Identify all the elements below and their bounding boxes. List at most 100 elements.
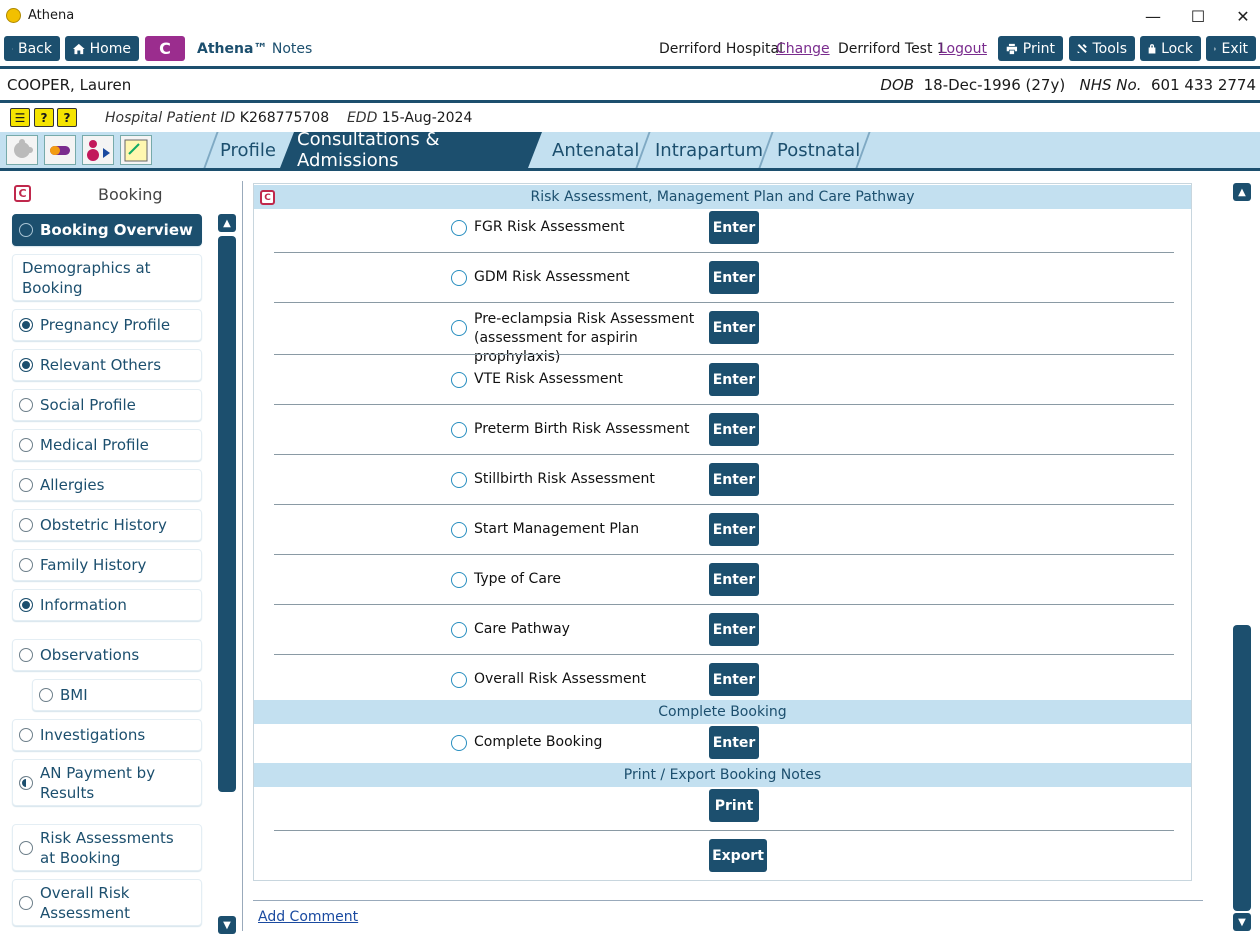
sidebar-scroll-thumb[interactable] [218,236,236,792]
sidebar-item-obstetric-history[interactable]: Obstetric History [12,509,202,541]
logout-link[interactable]: Logout [939,41,987,57]
patient-bar: COOPER, Lauren DOB 18-Dec-1996 (27y) NHS… [0,69,1260,100]
scroll-up-icon[interactable]: ▲ [1233,183,1251,201]
status-empty-icon [19,438,33,452]
scroll-up-icon[interactable]: ▲ [218,214,236,232]
sidebar-item-pregnancy-profile[interactable]: Pregnancy Profile [12,309,202,341]
tools-button[interactable]: Tools [1069,36,1135,61]
section-header-complete-booking: Complete Booking [254,700,1191,724]
main-scroll-thumb[interactable] [1233,625,1251,911]
status-empty-icon [19,648,33,662]
sidebar-item-information[interactable]: Information [12,589,202,621]
fgr-enter-button[interactable]: Enter [709,211,759,244]
c-logo-button[interactable]: C [145,36,185,61]
row-separator [274,604,1174,605]
tab-consultations-admissions[interactable]: Consultations & Admissions [280,132,542,168]
medication-icon[interactable] [44,135,76,165]
section-header-risk: Risk Assessment, Management Plan and Car… [254,185,1191,209]
puzzle-icon[interactable] [6,135,38,165]
patient-name: COOPER, Lauren [7,76,132,94]
baby-arrow-icon[interactable] [82,135,114,165]
sidebar-item-demographics[interactable]: Demographics at Booking [12,254,202,301]
gdm-status-radio [451,270,467,286]
tools-label: Tools [1092,40,1128,57]
hospital-id-block: Hospital Patient ID K268775708 EDD 15-Au… [105,110,472,126]
sidebar-item-family-history[interactable]: Family History [12,549,202,581]
vte-enter-button[interactable]: Enter [709,363,759,396]
status-complete-icon [19,598,33,612]
tab-row: Profile Consultations & Admissions Anten… [0,132,1260,168]
pre-eclampsia-enter-button[interactable]: Enter [709,311,759,344]
exit-button[interactable]: Exit [1206,36,1256,61]
stillbirth-status-radio [451,472,467,488]
vte-label: VTE Risk Assessment [474,371,623,387]
scroll-down-icon[interactable]: ▼ [218,916,236,934]
sidebar-item-booking-overview[interactable]: Booking Overview [12,214,202,246]
athena-app-icon [6,8,21,23]
sidebar-item-medical-profile[interactable]: Medical Profile [12,429,202,461]
status-empty-icon [19,895,33,910]
section-header-print-export: Print / Export Booking Notes [254,763,1191,787]
sidebar-item-an-payment[interactable]: AN Payment by Results [12,759,202,806]
printer-icon [1006,43,1018,54]
home-button[interactable]: Home [65,36,139,61]
preterm-enter-button[interactable]: Enter [709,413,759,446]
sidebar-item-risk-assessments[interactable]: Risk Assessments at Booking [12,824,202,871]
alert-question-icon[interactable]: ? [34,108,54,127]
status-partial-icon [19,775,33,790]
home-label: Home [89,40,131,57]
title-bar: Athena — ☐ ✕ [0,0,1260,32]
tab-profile[interactable]: Profile [220,132,280,168]
window-title: Athena [28,8,75,23]
sidebar-item-social-profile[interactable]: Social Profile [12,389,202,421]
back-button[interactable]: Back [4,36,60,61]
lock-label: Lock [1161,40,1193,57]
print-booking-notes-button[interactable]: Print [709,789,759,822]
maximize-button[interactable]: ☐ [1175,0,1221,32]
sidebar-item-investigations[interactable]: Investigations [12,719,202,751]
sidebar-item-relevant-others[interactable]: Relevant Others [12,349,202,381]
row-separator [274,252,1174,253]
gdm-enter-button[interactable]: Enter [709,261,759,294]
sidebar-item-observations[interactable]: Observations [12,639,202,671]
tab-antenatal[interactable]: Antenatal [552,132,642,168]
sidebar-item-bmi[interactable]: BMI [32,679,202,711]
type-of-care-enter-button[interactable]: Enter [709,563,759,596]
overall-risk-enter-button[interactable]: Enter [709,663,759,696]
tools-icon [1077,43,1087,54]
change-hospital-link[interactable]: Change [776,41,830,57]
sidebar-item-overall-risk[interactable]: Overall Risk Assessment [12,879,202,926]
print-toolbar-button[interactable]: Print [998,36,1063,61]
scroll-down-icon[interactable]: ▼ [1233,913,1251,931]
sidebar-scrollbar[interactable]: ▲ ▼ [218,214,236,934]
sidebar-item-allergies[interactable]: Allergies [12,469,202,501]
care-pathway-enter-button[interactable]: Enter [709,613,759,646]
tab-intrapartum[interactable]: Intrapartum [655,132,763,168]
row-separator [274,504,1174,505]
minimize-button[interactable]: — [1130,0,1176,32]
main-scrollbar[interactable]: ▲ ▼ [1233,183,1251,931]
complete-booking-enter-button[interactable]: Enter [709,726,759,759]
stillbirth-enter-button[interactable]: Enter [709,463,759,496]
alert-list-icon[interactable]: ☰ [10,108,30,127]
add-comment-link[interactable]: Add Comment [258,909,358,925]
sidebar-title: Booking [98,185,163,204]
sidebar-item-label: Relevant Others [40,356,162,374]
notes-icon[interactable] [120,135,152,165]
tab-postnatal[interactable]: Postnatal [777,132,860,168]
status-empty-icon [19,518,33,532]
sidebar-item-label: Information [40,596,127,614]
export-booking-notes-button[interactable]: Export [709,839,767,872]
sidebar-item-label: Family History [40,556,147,574]
alert-question-icon-2[interactable]: ? [57,108,77,127]
complete-booking-status-radio [451,735,467,751]
status-empty-icon [19,840,33,855]
stillbirth-label: Stillbirth Risk Assessment [474,471,655,487]
management-plan-status-radio [451,522,467,538]
lock-button[interactable]: Lock [1140,36,1201,61]
status-complete-icon [19,358,33,372]
booking-sidebar: C Booking Booking Overview Demographics … [0,171,242,940]
close-window-button[interactable]: ✕ [1220,0,1260,32]
management-plan-enter-button[interactable]: Enter [709,513,759,546]
nhs-value: 601 433 2774 [1151,76,1256,94]
